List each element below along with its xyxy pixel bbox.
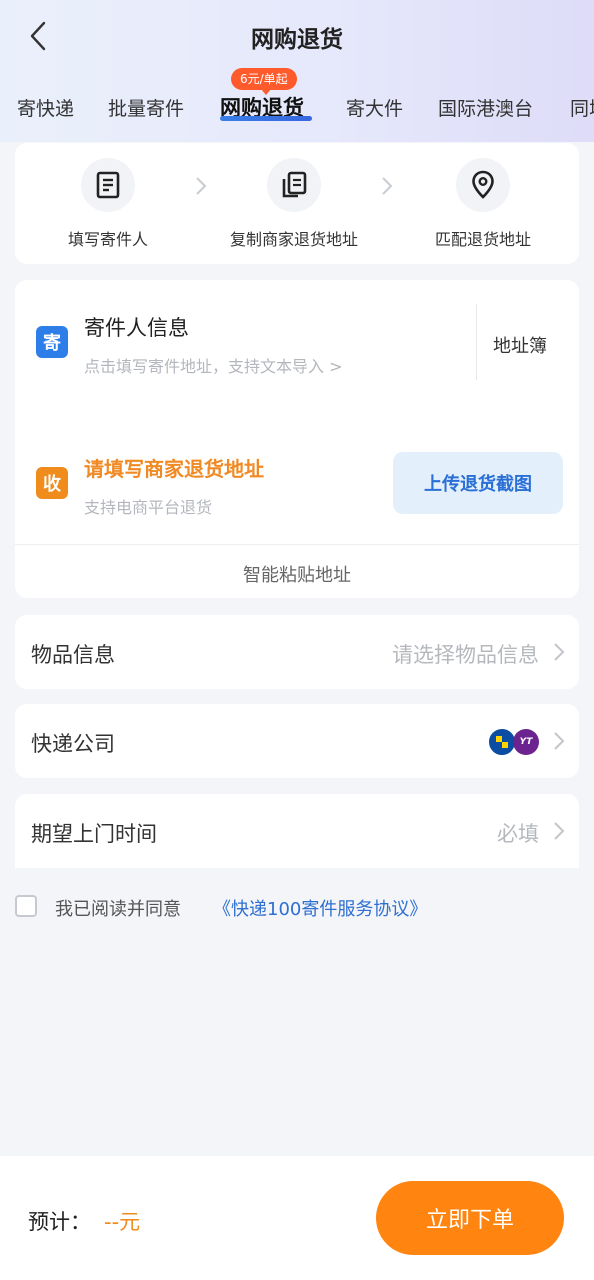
divider <box>476 304 477 380</box>
chevron-right-icon <box>554 732 565 750</box>
step-match-address: 匹配退货地址 <box>393 158 573 250</box>
yto-logo-icon: YT <box>513 729 539 755</box>
copy-icon <box>282 171 307 198</box>
sender-address-hint[interactable]: 点击填写寄件地址，支持文本导入 > <box>84 353 343 377</box>
tab-same-city[interactable]: 同城 <box>570 94 594 121</box>
tab-international[interactable]: 国际港澳台 <box>438 94 533 121</box>
chevron-right-icon <box>554 822 565 840</box>
chevron-right-icon <box>382 177 393 195</box>
agreement-link[interactable]: 《快递100寄件服务协议》 <box>213 895 427 921</box>
sender-badge-icon: 寄 <box>36 326 68 358</box>
step-copy-address: 复制商家退货地址 <box>204 158 384 250</box>
sender-info-title[interactable]: 寄件人信息 <box>84 312 189 342</box>
tab-large-item[interactable]: 寄大件 <box>346 94 403 121</box>
agreement-text: 我已阅读并同意 <box>55 899 181 920</box>
promo-badge: 6元/单起 <box>231 68 297 95</box>
goods-info-row[interactable]: 物品信息 请选择物品信息 <box>15 615 579 689</box>
goods-info-value: 请选择物品信息 <box>392 643 539 667</box>
upload-return-screenshot-button[interactable]: 上传退货截图 <box>393 452 563 514</box>
agreement-checkbox[interactable] <box>15 895 37 917</box>
active-tab-indicator <box>220 116 312 121</box>
pickup-time-row[interactable]: 期望上门时间 必填 <box>15 794 579 868</box>
tab-bar: 寄快递 批量寄件 网购退货 寄大件 国际港澳台 同城 <box>0 84 594 134</box>
merchant-return-address-prompt[interactable]: 请填写商家退货地址 <box>84 453 264 482</box>
place-order-button[interactable]: 立即下单 <box>376 1181 564 1255</box>
goods-info-label: 物品信息 <box>31 643 115 667</box>
estimate-value: --元 <box>104 1210 141 1234</box>
steps-card: 填写寄件人 复制商家退货地址 匹配退货地址 <box>15 143 579 264</box>
estimate-label: 预计： <box>28 1210 91 1234</box>
chevron-right-icon <box>554 643 565 661</box>
bottom-bar: 预计： --元 立即下单 <box>0 1156 594 1280</box>
page-title: 网购退货 <box>251 27 343 53</box>
step-label: 匹配退货地址 <box>434 230 531 249</box>
tab-express[interactable]: 寄快递 <box>17 94 74 121</box>
courier-company-label: 快递公司 <box>31 732 115 756</box>
step-label: 复制商家退货地址 <box>229 230 358 249</box>
yto-logo-text: YT <box>519 737 533 747</box>
step-fill-sender: 填写寄件人 <box>18 158 198 250</box>
pickup-time-value: 必填 <box>497 822 539 846</box>
pickup-time-label: 期望上门时间 <box>31 822 157 846</box>
divider <box>15 544 579 545</box>
step-label: 填写寄件人 <box>67 230 148 249</box>
address-card: 寄 寄件人信息 点击填写寄件地址，支持文本导入 > 地址簿 收 请填写商家退货地… <box>15 280 579 598</box>
address-book-button[interactable]: 地址簿 <box>493 332 547 358</box>
courier-company-row[interactable]: 快递公司 YT <box>15 704 579 778</box>
carrier-logo-icon <box>489 729 515 755</box>
tab-batch[interactable]: 批量寄件 <box>108 94 184 121</box>
smart-paste-address-button[interactable]: 智能粘贴地址 <box>15 561 579 587</box>
document-icon <box>96 171 120 199</box>
receiver-subtitle: 支持电商平台退货 <box>84 498 213 517</box>
receiver-badge-icon: 收 <box>36 467 68 499</box>
location-pin-icon <box>472 170 494 199</box>
